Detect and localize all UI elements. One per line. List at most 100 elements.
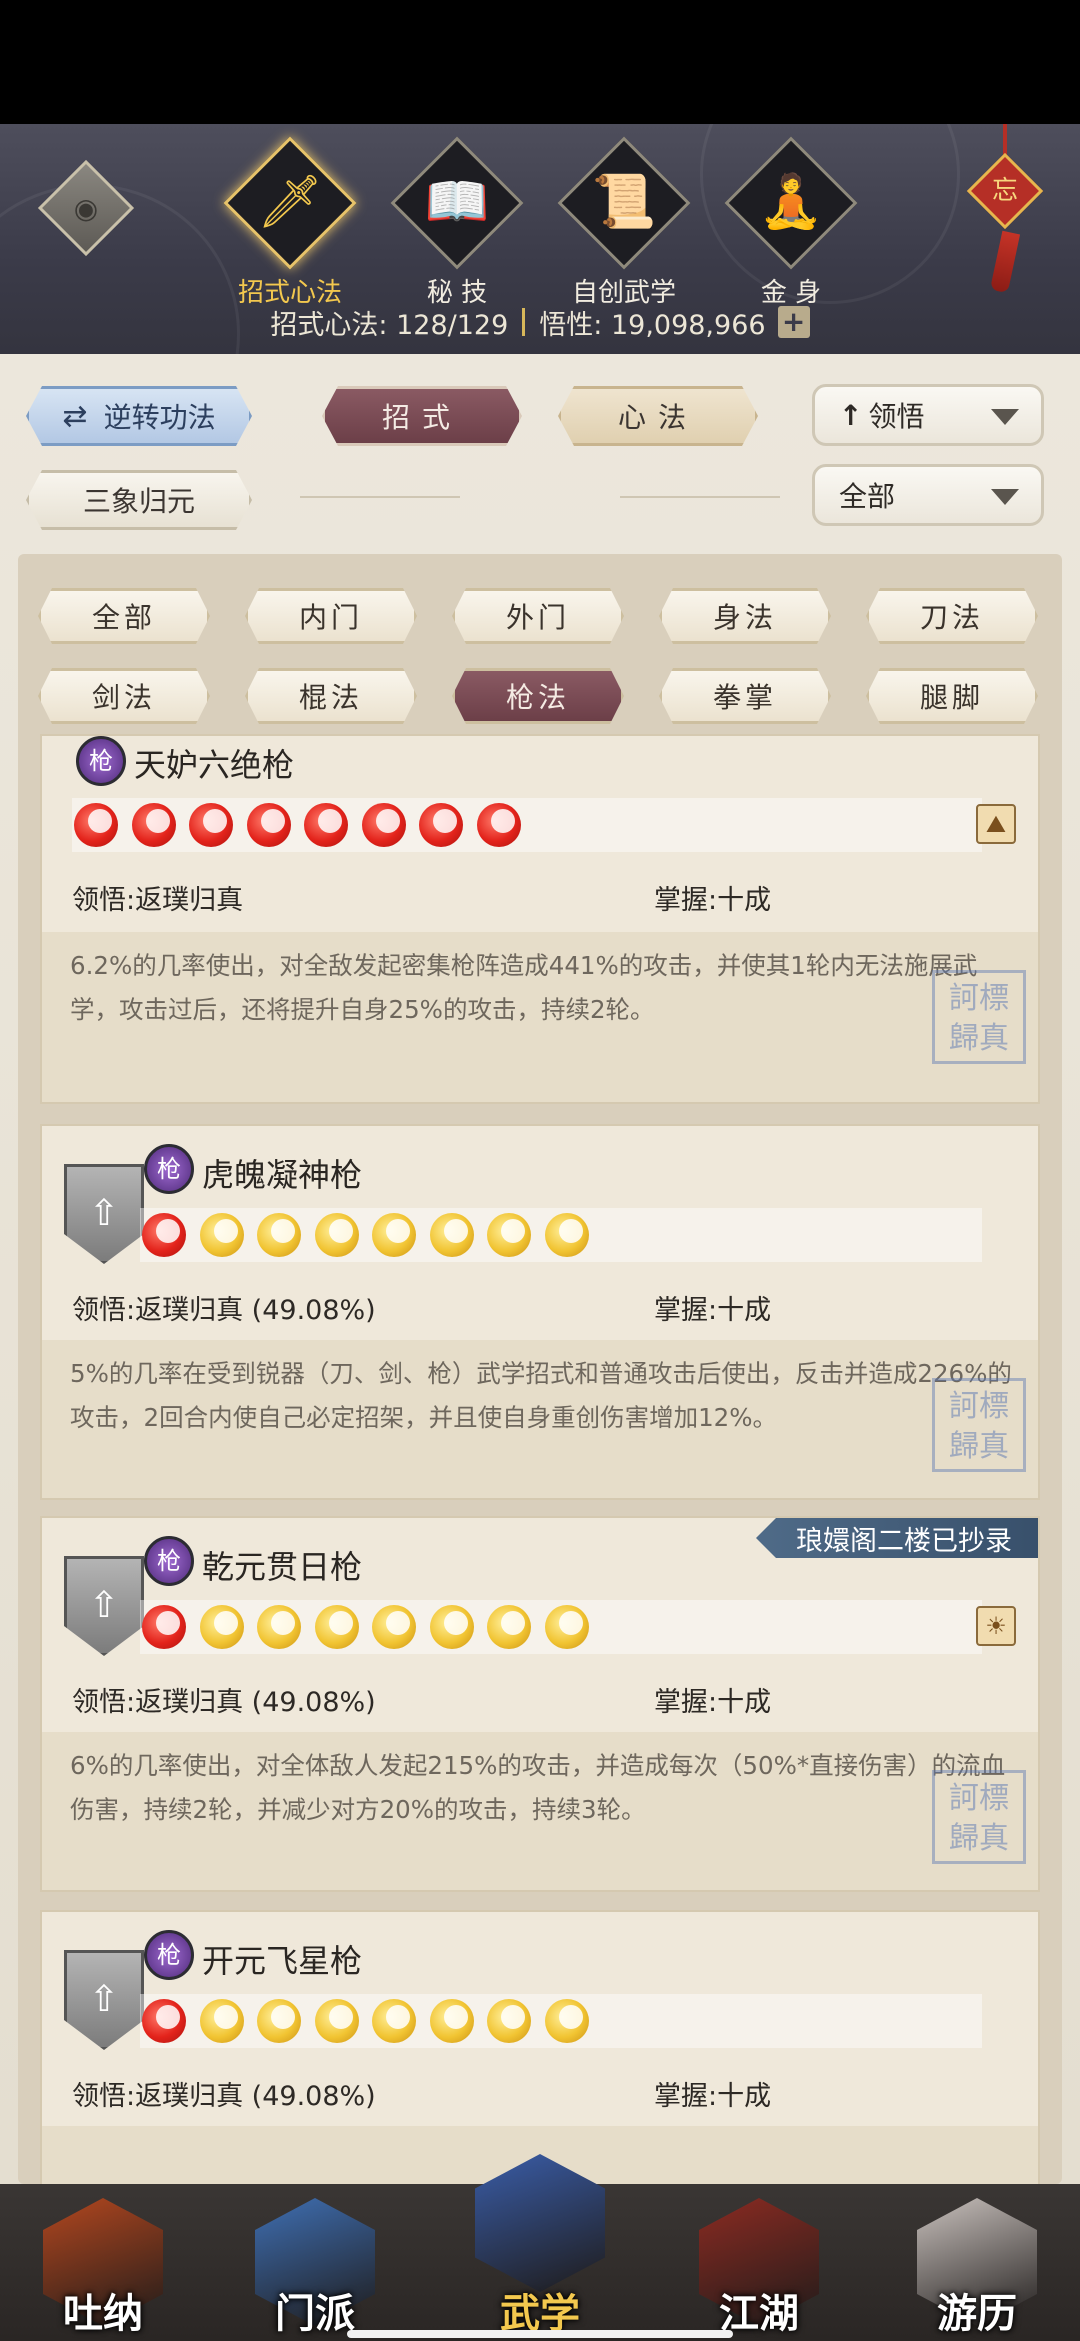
- skill-card[interactable]: ⇧ 枪虎魄凝神枪领悟:返璞归真 (49.08%) 掌握:十成 5%的几率在受到锐器（刀…: [40, 1124, 1040, 1500]
- gold-orb-icon: [487, 1605, 531, 1649]
- home-indicator: [347, 2330, 733, 2338]
- moves-label: 招式: [381, 401, 462, 434]
- sort-dropdown[interactable]: ↑ 领悟: [812, 384, 1044, 446]
- chinese-knot-ornament[interactable]: 忘: [960, 124, 1050, 294]
- filter-3[interactable]: 身法: [659, 588, 831, 644]
- spear-icon: 枪: [144, 1930, 194, 1980]
- add-insight-button[interactable]: +: [777, 306, 810, 338]
- red-orb-icon: [419, 803, 463, 847]
- skill-name: 虎魄凝神枪: [202, 1156, 363, 1194]
- category-value: 全部: [839, 480, 896, 513]
- tab-moves-mind[interactable]: 🗡 招式心法: [223, 136, 357, 308]
- tab-secret-skills[interactable]: 📖 秘 技: [390, 136, 524, 308]
- nav-item-0[interactable]: 吐纳: [38, 2198, 168, 2341]
- spear-icon: 枪: [76, 736, 126, 786]
- panel: ⇄ 逆转功法 招式 心法 ↑ 领悟 三象归元 全部 全部 内门 外门 身法 刀法 剑法 棍法…: [0, 354, 1080, 2184]
- nav-label: 游历: [937, 2290, 1017, 2337]
- red-orb-icon: [189, 803, 233, 847]
- filter-2[interactable]: 外门: [452, 588, 624, 644]
- gold-orb-icon: [487, 1999, 531, 2043]
- main-content: ⇄ 逆转功法 招式 心法 ↑ 领悟 三象归元 全部 全部 内门 外门 身法 刀法 剑法 棍法…: [0, 354, 1080, 2184]
- skill-name: 开元飞星枪: [202, 1942, 363, 1980]
- gold-orb-icon: [544, 1213, 589, 1257]
- arrow-up-icon: ⇧: [88, 1193, 120, 1234]
- chevron-down-icon: [991, 489, 1019, 505]
- skill-card[interactable]: 枪天妒六绝枪 ⛰ 领悟:返璞归真 掌握:十成 6.2%的几率使出，对全敌发起密集枪阵造成…: [40, 734, 1040, 1104]
- gold-orb-icon: [257, 1605, 301, 1649]
- moves-count: 招式心法: 128/129: [270, 309, 509, 341]
- mastery-level: 掌握:十成: [654, 2081, 772, 2112]
- mind-toggle-button[interactable]: 心法: [558, 386, 758, 446]
- skill-name: 乾元贯日枪: [202, 1548, 363, 1586]
- nav-hex-icon: [475, 2154, 605, 2292]
- filter-5[interactable]: 剑法: [38, 668, 210, 724]
- seal-stamp: 訶標歸真: [932, 1378, 1026, 1472]
- tab-golden-body[interactable]: 🧘 金 身: [724, 136, 858, 308]
- nav-item-2[interactable]: 武学: [475, 2144, 605, 2341]
- red-orb-icon: [246, 803, 291, 847]
- red-orb-icon: [74, 803, 118, 847]
- sanxiang-label: 三象归元: [82, 485, 195, 518]
- insight-level: 领悟:返璞归真 (49.08%): [72, 2081, 376, 2112]
- gold-orb-icon: [257, 1999, 301, 2043]
- seal-stamp: 訶標歸真: [932, 1770, 1026, 1864]
- insight-level: 领悟:返璞归真 (49.08%): [72, 1687, 376, 1718]
- red-orb-icon: [142, 1213, 186, 1257]
- filter-1[interactable]: 内门: [245, 588, 417, 644]
- filter-7[interactable]: 枪法: [452, 668, 624, 724]
- mind-label: 心法: [617, 401, 698, 434]
- gold-orb-icon: [487, 1213, 531, 1257]
- meditation-icon: 🧘: [758, 172, 824, 232]
- filter-6[interactable]: 棍法: [245, 668, 417, 724]
- nav-item-4[interactable]: 游历: [912, 2198, 1042, 2341]
- skill-description: 6%的几率使出，对全体敌人发起215%的攻击，并造成每次（50%*直接伤害）的流…: [70, 1751, 1006, 1824]
- gold-orb-icon: [199, 1999, 244, 2043]
- red-orb-icon: [142, 1605, 186, 1649]
- divider: [522, 308, 526, 336]
- eye-icon: ◉: [73, 191, 99, 225]
- gold-orb-icon: [314, 1605, 359, 1649]
- sanxiang-button[interactable]: 三象归元: [26, 470, 252, 530]
- gold-orb-icon: [429, 1213, 474, 1257]
- red-orb-icon: [361, 803, 406, 847]
- scroll-icon[interactable]: ⛰: [976, 804, 1016, 844]
- insight-level: 领悟:返璞归真 (49.08%): [72, 1295, 376, 1326]
- category-dropdown[interactable]: 全部: [812, 464, 1044, 526]
- spear-icon: 枪: [144, 1144, 194, 1194]
- gold-orb-icon: [257, 1213, 301, 1257]
- filter-4[interactable]: 刀法: [866, 588, 1038, 644]
- filter-8[interactable]: 拳掌: [659, 668, 831, 724]
- gold-orb-icon: [544, 1605, 589, 1649]
- arrow-up-icon: ⇧: [88, 1979, 120, 2020]
- knot-diamond: 忘: [966, 152, 1044, 230]
- gold-orb-icon: [372, 1605, 416, 1649]
- skill-card[interactable]: 琅嬛阁二楼已抄录 ⇧ 枪乾元贯日枪 ☀ 领悟:返璞归真 (49.08%) 掌握:十成 6%的…: [40, 1516, 1040, 1892]
- divider: [620, 496, 780, 498]
- nav-item-1[interactable]: 门派: [250, 2198, 380, 2341]
- red-orb-icon: [304, 803, 348, 847]
- mastery-level: 掌握:十成: [654, 1687, 772, 1718]
- gold-orb-icon: [372, 1213, 416, 1257]
- nav-item-3[interactable]: 江湖: [694, 2198, 824, 2341]
- filter-0[interactable]: 全部: [38, 588, 210, 644]
- upgrade-badge[interactable]: ⇧: [42, 1556, 152, 1672]
- sort-value: 领悟: [868, 400, 925, 433]
- skill-name: 天妒六绝枪: [134, 746, 295, 784]
- filter-9[interactable]: 腿脚: [866, 668, 1038, 724]
- scroll-icon[interactable]: ☀: [976, 1606, 1016, 1646]
- divider: [300, 496, 460, 498]
- tab-self-created[interactable]: 📜 自创武学: [557, 136, 691, 308]
- stats-bar: 招式心法: 128/129 悟性: 19,098,966 +: [0, 302, 1080, 342]
- reverse-technique-button[interactable]: ⇄ 逆转功法: [26, 386, 252, 446]
- knot-char: 忘: [991, 176, 1018, 206]
- gold-orb-icon: [544, 1999, 589, 2043]
- book-icon: 📖: [424, 172, 490, 232]
- upgrade-badge[interactable]: ⇧: [42, 1164, 152, 1280]
- insight-value: 悟性: 19,098,966: [539, 309, 766, 341]
- skill-description: 5%的几率在受到锐器（刀、剑、枪）武学招式和普通攻击后使出，反击并造成226%的…: [70, 1359, 1012, 1432]
- upgrade-badge[interactable]: ⇧: [42, 1950, 152, 2066]
- insight-level: 领悟:返璞归真: [72, 885, 244, 916]
- mastery-level: 掌握:十成: [654, 1295, 772, 1326]
- skill-card[interactable]: ⇧ 枪开元飞星枪领悟:返璞归真 (49.08%) 掌握:十成: [40, 1910, 1040, 2184]
- moves-toggle-button[interactable]: 招式: [322, 386, 522, 446]
